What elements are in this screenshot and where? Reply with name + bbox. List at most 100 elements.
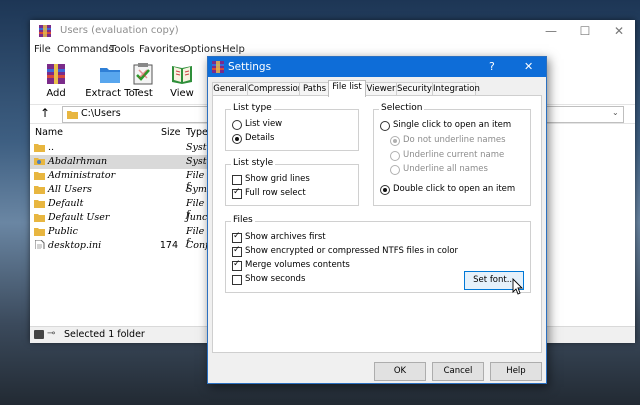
key-icon: ⊸ [47,328,56,339]
maximize-button[interactable]: ☐ [568,20,602,42]
cancel-button[interactable]: Cancel [432,362,484,381]
list-type-group: List type List view Details [225,103,359,151]
file-list-header: Name Size Type [30,126,210,140]
settings-tabs: General Compression Paths File list View… [212,80,542,97]
tab-general[interactable]: General [212,82,248,96]
test-clipboard-icon [133,63,153,85]
tab-integration[interactable]: Integration [432,82,480,96]
file-name: Default User [48,212,110,223]
file-name: All Users [48,184,92,195]
menu-tools[interactable]: Tools [110,44,135,55]
folder-icon [34,172,45,180]
tab-paths[interactable]: Paths [299,82,330,96]
close-icon[interactable]: ✕ [524,60,533,73]
add-button[interactable]: Add [30,60,82,102]
menu-favorites[interactable]: Favorites [139,44,184,55]
file-row[interactable]: Public File f [30,225,210,248]
menu-help[interactable]: Help [222,44,245,55]
show-archives-first-label: Show archives first [245,232,326,242]
list-view-label: List view [245,119,283,129]
file-name: Administrator [48,170,116,181]
checkbox-indicator [232,175,242,185]
radio-indicator [380,185,390,195]
add-label: Add [46,88,66,99]
path-text: C:\Users [81,108,121,119]
radio-indicator [390,136,400,146]
underline-all-label: Underline all names [403,164,488,174]
user-folder-icon [34,158,45,165]
help-question-icon[interactable]: ? [489,60,495,73]
menu-commands[interactable]: Commands [57,44,114,55]
ok-button[interactable]: OK [374,362,426,381]
file-row[interactable]: Default File f [30,197,210,220]
main-titlebar[interactable]: Users (evaluation copy) — ☐ ✕ [30,20,635,42]
menu-options[interactable]: Options [183,44,222,55]
radio-indicator [380,121,390,131]
selection-title: Selection [379,103,425,113]
files-title: Files [231,215,255,225]
double-click-label: Double click to open an item [393,184,516,194]
settings-dialog: Settings ? ✕ General Compression Paths F… [207,56,547,384]
show-encrypted-color-label: Show encrypted or compressed NTFS files … [245,246,459,256]
view-button[interactable]: View [156,60,208,102]
details-label: Details [245,133,275,143]
radio-indicator [232,120,242,130]
view-book-icon [172,66,192,84]
close-button[interactable]: ✕ [602,20,636,42]
settings-titlebar[interactable]: Settings ? ✕ [208,57,546,77]
column-name-header[interactable]: Name [35,127,63,138]
column-size-header[interactable]: Size [161,127,181,138]
show-seconds-label: Show seconds [245,274,306,284]
show-grid-lines-label: Show grid lines [245,174,310,184]
file-icon [35,240,45,249]
file-name: desktop.ini [48,240,102,251]
checkbox-indicator [232,245,242,257]
folder-icon [67,111,78,119]
file-row[interactable]: Administrator File f [30,169,210,192]
menu-file[interactable]: File [34,44,51,55]
status-text: Selected 1 folder [64,329,145,340]
file-row[interactable]: All Users Symli [30,183,213,197]
do-not-underline-label: Do not underline names [403,135,506,145]
checkbox-indicator [232,231,242,243]
list-style-title: List style [231,158,276,168]
file-name: Public [48,226,78,237]
selection-group: Selection Single click to open an item D… [373,103,531,206]
tab-viewer[interactable]: Viewer [365,82,397,96]
settings-title: Settings [228,61,272,73]
add-archive-icon [47,64,65,84]
full-row-select-label: Full row select [245,188,306,198]
main-window-title: Users (evaluation copy) [60,25,179,36]
winrar-app-icon [212,61,224,73]
help-button[interactable]: Help [490,362,542,381]
radio-indicator [390,151,400,161]
file-name: .. [48,142,55,153]
checkbox-indicator [232,275,242,285]
radio-indicator [390,165,400,175]
single-click-label: Single click to open an item [393,120,512,130]
tab-security[interactable]: Security [396,82,433,96]
column-type-header[interactable]: Type [186,127,208,138]
file-row-selected[interactable]: Abdalrhman Syste [30,155,212,169]
up-arrow-icon[interactable]: ↑ [40,106,50,120]
list-type-title: List type [231,103,274,113]
minimize-button[interactable]: — [534,20,568,42]
checkbox-indicator [232,187,242,199]
view-label: View [170,88,194,99]
file-name: Abdalrhman [48,156,108,167]
file-row[interactable]: .. Syste [30,141,212,155]
drive-icon [34,330,44,339]
file-list-tab-page: List type List view Details List style S… [212,95,542,353]
underline-current-label: Underline current name [403,150,505,160]
path-dropdown-icon[interactable]: ⌄ [612,108,619,117]
merge-volumes-label: Merge volumes contents [245,260,350,270]
radio-indicator [232,134,242,144]
file-row[interactable]: desktop.ini 174 Confi [30,239,211,253]
tab-file-list[interactable]: File list [328,80,366,97]
tab-compression[interactable]: Compression [247,82,303,96]
folder-icon [34,200,45,208]
file-row[interactable]: Default User Junct [30,211,211,225]
folder-icon [34,228,45,236]
folder-icon [34,214,45,222]
checkbox-indicator [232,259,242,271]
